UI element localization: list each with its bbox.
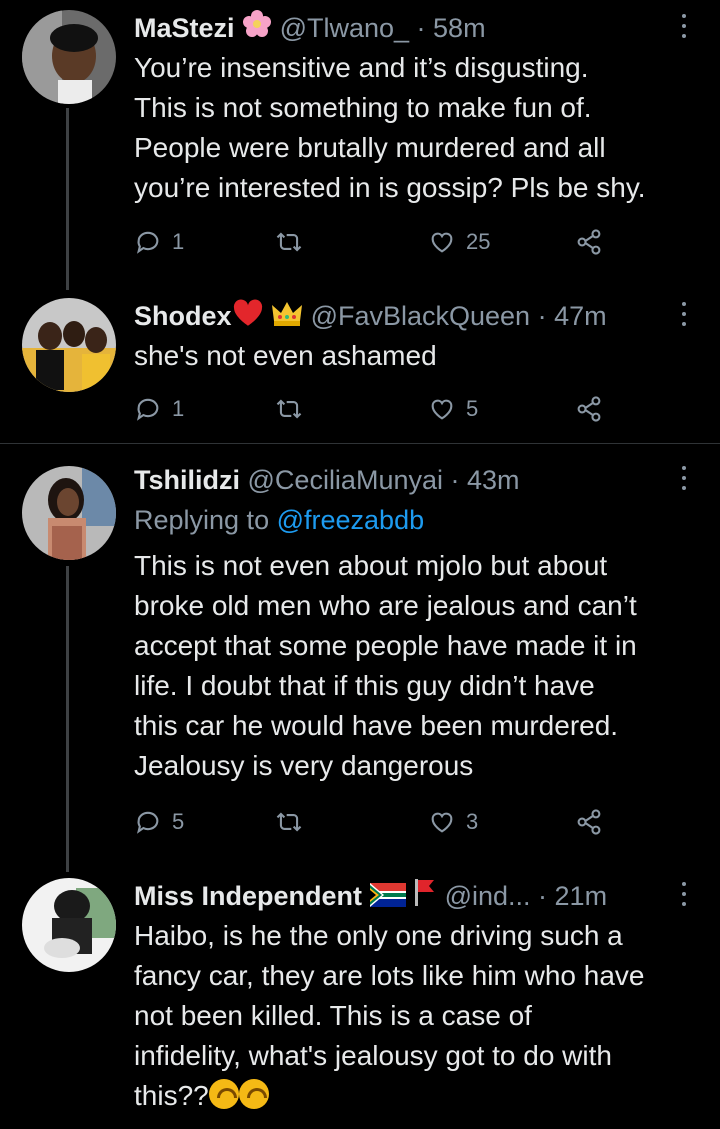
heart-icon: [431, 399, 453, 420]
text-line-content: this??: [134, 1080, 209, 1111]
share-button[interactable]: [574, 222, 604, 262]
handle[interactable]: @FavBlackQueen: [311, 301, 531, 331]
avatar[interactable]: [22, 298, 116, 392]
share-button[interactable]: [574, 389, 604, 429]
more-options-icon[interactable]: [678, 8, 690, 48]
retweet-button[interactable]: [274, 222, 314, 262]
share-icon: [577, 396, 601, 422]
avatar[interactable]: [22, 878, 116, 972]
text-line: This is not even about mjolo but about: [134, 550, 608, 581]
more-options-icon[interactable]: [678, 296, 690, 336]
handle[interactable]: @Tlwano_: [280, 13, 409, 43]
text-line: not been killed. This is a case of: [134, 1000, 532, 1031]
tweet-actions: 5 3: [134, 802, 614, 842]
reply-icon: [137, 398, 159, 421]
replying-to: Replying to @freezabdb: [134, 500, 700, 540]
text-line: broke old men who are jealous and can’t: [134, 590, 637, 621]
timestamp[interactable]: · 21m: [538, 881, 607, 911]
tweet-text: You’re insensitive and it’s disgusting. …: [134, 48, 700, 208]
tweet-header: MaStezi @Tlwano_ · 58m: [134, 8, 700, 48]
text-line: life. I doubt that if this guy didn’t ha…: [134, 670, 595, 701]
reply-count: 5: [172, 809, 185, 834]
crown-emoji: [271, 298, 303, 338]
text-line: fancy car, they are lots like him who ha…: [134, 960, 645, 991]
pink-flower-emoji: [242, 9, 272, 50]
share-icon: [577, 229, 601, 255]
timestamp[interactable]: · 47m: [538, 301, 607, 331]
avatar[interactable]: [22, 10, 116, 104]
heart-icon: [431, 232, 453, 253]
display-name[interactable]: MaStezi: [134, 13, 235, 43]
tweet-text: This is not even about mjolo but about b…: [134, 546, 700, 786]
south-africa-flag-emoji: [369, 878, 406, 918]
tweet-text: Haibo, is he the only one driving such a…: [134, 916, 700, 1116]
reply-count: 1: [172, 229, 185, 254]
text-line: you’re interested in is gossip? Pls be s…: [134, 172, 646, 203]
thread-line: [66, 108, 69, 290]
tweet-header: Tshilidzi @CeciliaMunyai · 43m: [134, 460, 700, 500]
text-line: infidelity, what's jealousy got to do wi…: [134, 1040, 612, 1071]
more-options-icon[interactable]: [678, 876, 690, 916]
display-name[interactable]: Miss Independent: [134, 881, 362, 911]
share-icon: [577, 809, 601, 835]
tweet-actions: 1 25: [134, 222, 614, 262]
replying-to-label: Replying to: [134, 505, 270, 535]
text-line: accept that some people have made it in: [134, 630, 637, 661]
reply-count: 1: [172, 396, 185, 421]
text-line: People were brutally murdered and all: [134, 132, 606, 163]
text-line: Jealousy is very dangerous: [134, 750, 474, 781]
like-button[interactable]: 25: [428, 222, 490, 262]
text-line: You’re insensitive and it’s disgusting.: [134, 52, 589, 83]
share-button[interactable]: [574, 802, 604, 842]
tweet-divider: [0, 443, 720, 444]
more-options-icon[interactable]: [678, 460, 690, 500]
display-name[interactable]: Tshilidzi: [134, 465, 240, 495]
retweet-button[interactable]: [274, 802, 314, 842]
text-line: Haibo, is he the only one driving such a: [134, 920, 623, 951]
red-flag-emoji: [413, 877, 437, 918]
upside-down-face-emoji: [238, 1079, 269, 1109]
handle[interactable]: @ind...: [445, 881, 531, 911]
like-count: 5: [466, 396, 479, 421]
red-heart-emoji: [232, 298, 264, 338]
handle[interactable]: @CeciliaMunyai: [248, 465, 443, 495]
retweet-icon: [276, 399, 302, 419]
reply-icon: [137, 231, 159, 254]
tweet-header: Shodex @FavBlackQueen · 47m: [134, 296, 700, 336]
retweet-icon: [276, 812, 302, 832]
like-count: 25: [466, 229, 491, 254]
mention-link[interactable]: @freezabdb: [277, 505, 425, 535]
tweet-actions: 1 5: [134, 389, 614, 429]
tweet-header: Miss Independent @ind... · 21m: [134, 876, 700, 916]
heart-icon: [431, 812, 453, 833]
like-count: 3: [466, 809, 479, 834]
text-line: this??: [134, 1076, 700, 1116]
reply-icon: [137, 811, 159, 834]
retweet-icon: [276, 232, 302, 252]
timestamp[interactable]: · 58m: [417, 13, 486, 43]
timestamp[interactable]: · 43m: [451, 465, 520, 495]
text-line: she's not even ashamed: [134, 340, 437, 371]
reply-button[interactable]: 5: [134, 802, 184, 842]
retweet-button[interactable]: [274, 389, 314, 429]
upside-down-face-emoji: [208, 1079, 239, 1109]
reply-button[interactable]: 1: [134, 389, 184, 429]
tweet-text: she's not even ashamed: [134, 336, 700, 376]
like-button[interactable]: 3: [428, 802, 478, 842]
display-name[interactable]: Shodex: [134, 301, 232, 331]
like-button[interactable]: 5: [428, 389, 478, 429]
text-line: this car he would have been murdered.: [134, 710, 619, 741]
thread-line: [66, 566, 69, 872]
avatar[interactable]: [22, 466, 116, 560]
text-line: This is not something to make fun of.: [134, 92, 592, 123]
reply-button[interactable]: 1: [134, 222, 184, 262]
